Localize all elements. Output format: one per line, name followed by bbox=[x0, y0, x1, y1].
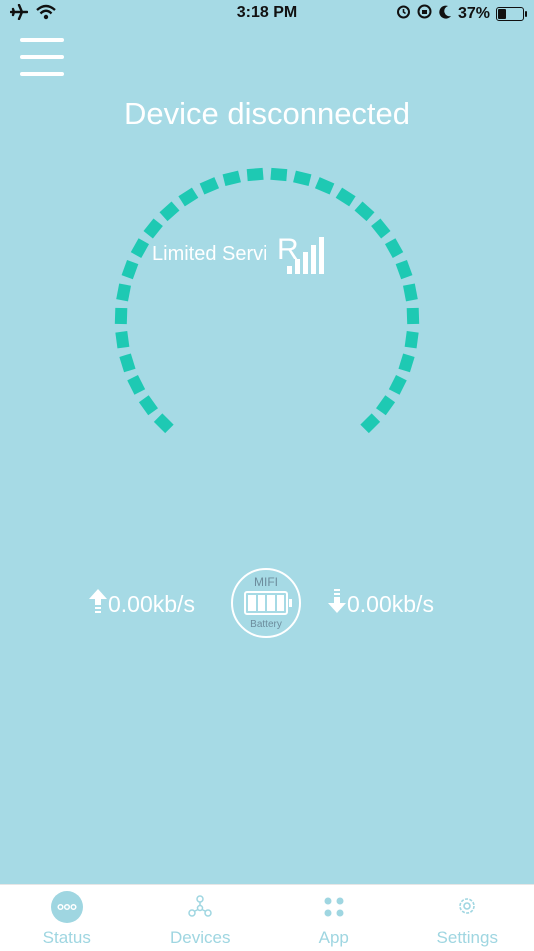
download-arrow-icon bbox=[327, 588, 347, 620]
tab-status[interactable]: Status bbox=[0, 885, 134, 951]
tab-bar: Status Devices App Settings bbox=[0, 884, 534, 951]
gauge-segment bbox=[365, 418, 376, 429]
gauge-segment bbox=[202, 183, 217, 189]
gauge-segment bbox=[413, 308, 414, 324]
gauge-segment bbox=[144, 399, 153, 412]
tab-status-label: Status bbox=[0, 928, 134, 948]
devices-icon bbox=[187, 895, 213, 924]
mifi-label: MIFI bbox=[233, 575, 299, 589]
gauge-segment bbox=[121, 332, 123, 348]
signal-gauge bbox=[0, 0, 534, 950]
download-rate: 0.00kb/s bbox=[327, 588, 434, 620]
gauge-segment bbox=[164, 206, 176, 217]
upload-arrow-icon bbox=[88, 588, 108, 620]
download-rate-value: 0.00kb/s bbox=[347, 591, 434, 618]
gauge-segment bbox=[411, 332, 413, 348]
gauge-segment bbox=[317, 183, 332, 189]
tab-app[interactable]: App bbox=[267, 885, 401, 951]
gauge-segment bbox=[390, 241, 398, 255]
gauge-segment bbox=[401, 262, 407, 277]
gauge-segment bbox=[224, 176, 240, 180]
mifi-sublabel: Battery bbox=[233, 619, 299, 630]
tab-devices[interactable]: Devices bbox=[134, 885, 268, 951]
gauge-segment bbox=[359, 206, 371, 217]
gauge-segment bbox=[148, 222, 158, 235]
tab-settings[interactable]: Settings bbox=[401, 885, 534, 951]
gauge-segment bbox=[122, 285, 125, 301]
gauge-segment bbox=[271, 174, 287, 175]
battery-bars-icon bbox=[244, 591, 288, 615]
gauge-segment bbox=[394, 378, 401, 392]
upload-rate: 0.00kb/s bbox=[88, 588, 195, 620]
gauge-segment bbox=[404, 355, 409, 370]
gauge-segment bbox=[121, 308, 122, 324]
gauge-segment bbox=[158, 418, 169, 429]
settings-icon bbox=[456, 895, 478, 922]
app-icon bbox=[323, 896, 345, 923]
tab-app-label: App bbox=[267, 928, 401, 948]
gauge-segment bbox=[127, 262, 133, 277]
service-status-label: Limited Service bbox=[152, 243, 266, 266]
tab-settings-label: Settings bbox=[401, 928, 534, 948]
gauge-segment bbox=[376, 222, 386, 235]
gauge-segment bbox=[182, 193, 196, 202]
status-icon bbox=[51, 891, 83, 928]
mifi-battery-indicator[interactable]: MIFI Battery bbox=[231, 568, 301, 638]
tab-devices-label: Devices bbox=[134, 928, 268, 948]
upload-rate-value: 0.00kb/s bbox=[108, 591, 195, 618]
gauge-segment bbox=[125, 355, 130, 370]
gauge-segment bbox=[247, 174, 263, 175]
gauge-segment bbox=[136, 241, 144, 255]
gauge-segment bbox=[339, 193, 353, 202]
gauge-segment bbox=[409, 285, 412, 301]
signal-roaming-icon: R bbox=[277, 233, 327, 282]
gauge-segment bbox=[295, 176, 311, 180]
gauge-segment bbox=[381, 399, 390, 412]
gauge-segment bbox=[133, 378, 140, 392]
